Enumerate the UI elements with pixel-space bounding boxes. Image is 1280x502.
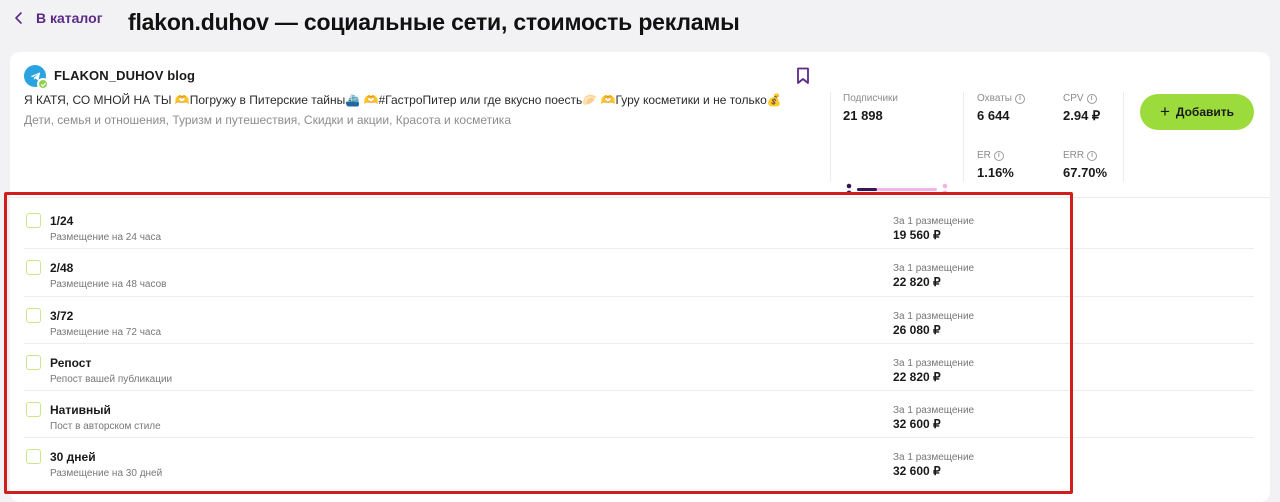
channel-description: Я КАТЯ, СО МНОЙ НА ТЫ 🫶Погружу в Питерск… (24, 93, 782, 107)
divider (963, 92, 964, 182)
price-label: За 1 размещение (893, 263, 975, 275)
info-icon[interactable]: i (993, 150, 1004, 161)
info-icon[interactable]: i (1086, 93, 1097, 104)
avatar (24, 65, 49, 90)
format-row: 2/48 Размещение на 48 часов За 1 размеще… (24, 249, 1254, 297)
format-row: Репост Репост вашей публикации За 1 разм… (24, 344, 1254, 392)
divider (10, 197, 1270, 198)
stat-label: CPV (1063, 93, 1084, 104)
subscribers-bar-fill (857, 188, 877, 191)
price-label: За 1 размещение (893, 216, 975, 227)
info-icon[interactable]: i (1014, 93, 1025, 104)
format-subtitle: Размещение на 24 часа (50, 232, 162, 243)
person-icon (845, 183, 853, 194)
format-checkbox[interactable] (26, 213, 41, 228)
format-list: 1/24 Размещение на 24 часа За 1 размещен… (24, 202, 1254, 486)
info-icon[interactable]: i (1087, 150, 1098, 161)
price-value: 22 820 ₽ (893, 369, 941, 384)
top-bar: В каталог flakon.duhov — социальные сети… (0, 0, 1280, 50)
stat-value: 2.94 ₽ (1063, 108, 1101, 123)
add-button[interactable]: + Добавить (1140, 94, 1254, 130)
format-row: 1/24 Размещение на 24 часа За 1 размещен… (24, 202, 1254, 250)
format-subtitle: Размещение на 30 дней (50, 468, 163, 480)
format-title: 1/24 (50, 214, 74, 228)
person-icon (941, 183, 949, 194)
format-title: Нативный (50, 403, 111, 418)
channel-card: FLAKON_DUHOV blog Я КАТЯ, СО МНОЙ НА ТЫ … (10, 52, 1270, 502)
stat-value: 1.16% (977, 165, 1014, 180)
format-subtitle: Размещение на 72 часа (50, 326, 162, 338)
subscribers-progress (843, 183, 949, 195)
divider (830, 92, 831, 182)
stat-label: ERR (1063, 150, 1085, 161)
stat-label: ER (977, 150, 991, 161)
price-value: 19 560 ₽ (893, 228, 941, 242)
price-value: 32 600 ₽ (893, 417, 941, 432)
format-checkbox[interactable] (26, 402, 41, 418)
channel-categories: Дети, семья и отношения, Туризм и путеше… (24, 113, 511, 127)
format-title: 3/72 (50, 308, 74, 323)
back-to-catalog-link[interactable]: В каталог (12, 10, 103, 26)
stat-reach: Охваты i 6 644 (977, 93, 1025, 123)
stat-err: ERR i 67.70% (1063, 150, 1107, 180)
price-label: За 1 размещение (893, 310, 975, 322)
stat-value: 21 898 (843, 108, 883, 123)
channel-name[interactable]: FLAKON_DUHOV blog (54, 68, 195, 83)
format-row: Нативный Пост в авторском стиле За 1 раз… (24, 391, 1254, 439)
stat-er: ER i 1.16% (977, 150, 1014, 180)
format-subtitle: Пост в авторском стиле (50, 421, 161, 433)
stat-cpv: CPV i 2.94 ₽ (1063, 93, 1100, 124)
stat-label: Охваты (977, 93, 1012, 104)
format-row: 3/72 Размещение на 72 часа За 1 размещен… (24, 297, 1254, 344)
format-checkbox[interactable] (26, 354, 41, 370)
stat-label: Подписчики (843, 93, 899, 104)
price-value: 26 080 ₽ (893, 322, 941, 337)
price-value: 22 820 ₽ (893, 275, 941, 290)
back-label: В каталог (36, 10, 103, 26)
price-label: За 1 размещение (893, 405, 975, 417)
stat-value: 6 644 (977, 108, 1010, 123)
chevron-left-icon (15, 12, 22, 24)
format-title: Репост (50, 355, 92, 370)
divider (1123, 92, 1124, 182)
format-subtitle: Репост вашей публикации (50, 373, 173, 385)
format-title: 30 дней (50, 450, 96, 465)
plus-icon: + (1159, 101, 1170, 121)
format-checkbox[interactable] (26, 449, 41, 465)
verified-icon (37, 78, 49, 90)
page-title: flakon.duhov — социальные сети, стоимост… (128, 9, 740, 35)
stat-value: 67.70% (1063, 165, 1108, 180)
channel-header: FLAKON_DUHOV blog Я КАТЯ, СО МНОЙ НА ТЫ … (10, 52, 1270, 197)
price-label: За 1 размещение (893, 357, 975, 369)
format-subtitle: Размещение на 48 часов (50, 279, 167, 291)
format-checkbox[interactable] (26, 307, 41, 323)
stat-subscribers: Подписчики 21 898 (843, 93, 898, 123)
format-checkbox[interactable] (26, 260, 41, 276)
bookmark-icon[interactable] (796, 67, 810, 85)
format-title: 2/48 (50, 261, 74, 276)
price-label: За 1 размещение (893, 452, 975, 464)
add-button-label: Добавить (1175, 105, 1235, 119)
format-row: 30 дней Размещение на 30 дней За 1 разме… (24, 438, 1254, 485)
price-value: 32 600 ₽ (893, 464, 941, 479)
